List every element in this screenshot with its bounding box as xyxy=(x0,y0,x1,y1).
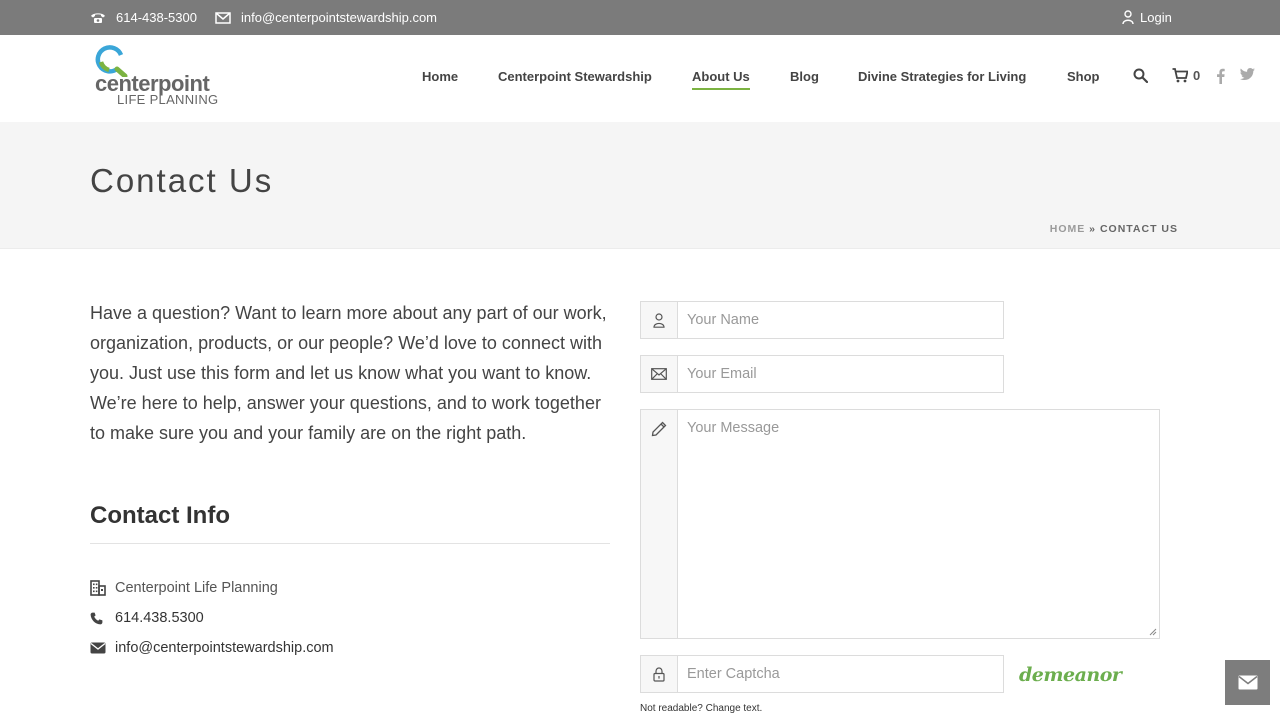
message-input[interactable] xyxy=(679,410,1159,638)
contact-phone-text[interactable]: 614.438.5300 xyxy=(115,610,204,626)
cart-button[interactable]: 0 xyxy=(1172,68,1200,83)
captcha-refresh-link[interactable]: Not readable? Change text. xyxy=(640,703,762,714)
topbar-phone[interactable]: 614-438-5300 xyxy=(116,0,197,35)
nav-blog[interactable]: Blog xyxy=(790,69,819,84)
twitter-icon[interactable] xyxy=(1240,68,1255,80)
floating-contact-button[interactable] xyxy=(1225,660,1270,705)
nav-shop[interactable]: Shop xyxy=(1067,69,1100,84)
nav-centerpoint-stewardship[interactable]: Centerpoint Stewardship xyxy=(498,69,652,84)
page-title: Contact Us xyxy=(90,162,274,199)
contact-email: info@centerpointstewardship.com xyxy=(90,638,334,658)
contact-email-text[interactable]: info@centerpointstewardship.com xyxy=(115,640,334,656)
login-label: Login xyxy=(1140,10,1172,25)
captcha-image: demeanor xyxy=(1019,664,1122,686)
envelope-icon xyxy=(90,642,115,654)
message-field xyxy=(640,409,1160,639)
captcha-input[interactable] xyxy=(679,656,1003,692)
page-title-band: Contact Us HOME » CONTACT US xyxy=(0,122,1280,249)
phone-icon xyxy=(90,612,115,625)
pencil-icon xyxy=(641,410,678,638)
breadcrumb-current: CONTACT US xyxy=(1099,223,1178,235)
contact-phone: 614.438.5300 xyxy=(90,608,204,628)
contact-info-heading: Contact Info xyxy=(90,502,230,529)
divider xyxy=(90,543,610,544)
mail-icon xyxy=(215,0,231,35)
envelope-icon xyxy=(1238,675,1257,690)
top-bar: 614-438-5300 info@centerpointstewardship… xyxy=(0,0,1280,35)
email-input[interactable] xyxy=(679,356,1003,392)
user-icon xyxy=(641,302,678,338)
breadcrumb-separator: » xyxy=(1089,223,1097,235)
user-icon xyxy=(1122,10,1134,25)
breadcrumb-home[interactable]: HOME xyxy=(1050,223,1086,235)
search-icon[interactable] xyxy=(1133,68,1148,83)
resize-handle-icon[interactable] xyxy=(1149,628,1157,636)
building-icon xyxy=(90,580,115,596)
nav-about-us[interactable]: About Us xyxy=(692,69,750,90)
name-field xyxy=(640,301,1004,339)
email-field xyxy=(640,355,1004,393)
lock-icon xyxy=(641,656,678,692)
login-link[interactable]: Login xyxy=(1122,0,1172,35)
phone-icon xyxy=(90,0,106,35)
nav-divine-strategies[interactable]: Divine Strategies for Living xyxy=(858,69,1026,84)
site-logo[interactable]: centerpoint LIFE PLANNING xyxy=(95,45,240,107)
topbar-email[interactable]: info@centerpointstewardship.com xyxy=(241,0,437,35)
logo-tagline: LIFE PLANNING xyxy=(117,92,219,107)
facebook-icon[interactable] xyxy=(1216,68,1225,84)
contact-company: Centerpoint Life Planning xyxy=(90,578,278,598)
breadcrumb: HOME » CONTACT US xyxy=(1050,223,1178,235)
nav-home[interactable]: Home xyxy=(422,69,458,84)
contact-company-text: Centerpoint Life Planning xyxy=(115,580,278,596)
site-header: centerpoint LIFE PLANNING Home Centerpoi… xyxy=(0,35,1280,122)
envelope-icon xyxy=(641,356,678,392)
captcha-field xyxy=(640,655,1004,693)
name-input[interactable] xyxy=(679,302,1003,338)
cart-count: 0 xyxy=(1193,68,1201,83)
cart-icon xyxy=(1172,68,1188,83)
intro-text: Have a question? Want to learn more abou… xyxy=(90,303,607,443)
